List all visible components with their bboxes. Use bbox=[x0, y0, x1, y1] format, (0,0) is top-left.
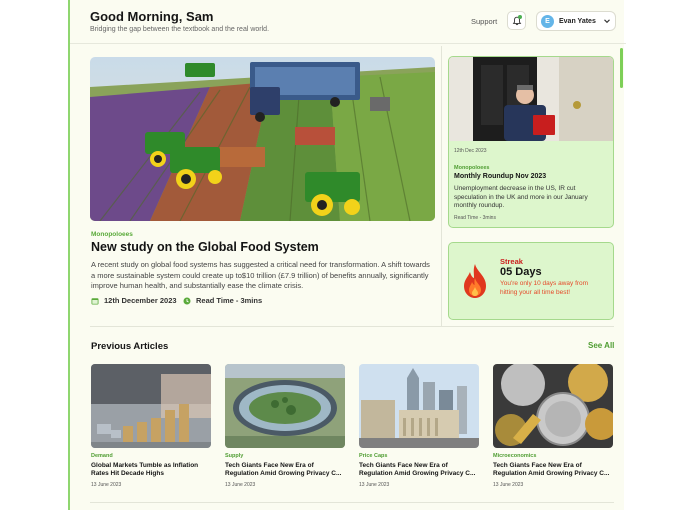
article-card[interactable]: Price Caps Tech Giants Face New Era of R… bbox=[359, 364, 479, 488]
support-link[interactable]: Support bbox=[471, 17, 497, 26]
article-date: 13 June 2023 bbox=[91, 482, 122, 488]
roundup-card[interactable]: 12th Dec 2023 Monopoloees Monthly Roundu… bbox=[448, 56, 614, 228]
article-image bbox=[359, 364, 479, 448]
clock-icon bbox=[183, 297, 191, 304]
article-category: Demand bbox=[91, 453, 113, 459]
header: Good Morning, Sam Bridging the gap betwe… bbox=[70, 0, 626, 44]
article-image bbox=[91, 364, 211, 448]
roundup-category: Monopoloees bbox=[454, 165, 490, 171]
streak-message: You're only 10 days away from hitting yo… bbox=[500, 280, 589, 296]
flame-icon bbox=[464, 264, 486, 298]
featured-title[interactable]: New study on the Global Food System bbox=[91, 240, 319, 254]
farm-illustration bbox=[90, 57, 435, 221]
featured-image[interactable] bbox=[90, 57, 435, 221]
dashboard: Good Morning, Sam Bridging the gap betwe… bbox=[68, 0, 626, 510]
roundup-read-time: Read Time - 3mins bbox=[454, 215, 496, 221]
bottom-divider bbox=[90, 502, 614, 503]
previous-articles-title: Previous Articles bbox=[91, 341, 169, 352]
chevron-down-icon bbox=[604, 19, 610, 24]
article-title[interactable]: Tech Giants Face New Era of Regulation A… bbox=[225, 462, 345, 478]
article-date: 13 June 2023 bbox=[225, 482, 256, 488]
avatar: E bbox=[541, 14, 554, 28]
featured-date: 12th December 2023 bbox=[91, 296, 177, 305]
article-date: 13 June 2023 bbox=[359, 482, 390, 488]
tagline: Bridging the gap between the textbook an… bbox=[90, 26, 270, 33]
user-name: Evan Yates bbox=[559, 17, 596, 25]
article-image bbox=[493, 364, 613, 448]
article-category: Supply bbox=[225, 453, 244, 459]
featured-category: Monopoloees bbox=[91, 231, 133, 238]
featured-description: A recent study on global food systems ha… bbox=[91, 260, 430, 290]
notifications-button[interactable] bbox=[507, 11, 526, 30]
see-all-link[interactable]: See All bbox=[588, 341, 614, 350]
featured-date-text: 12th December 2023 bbox=[104, 296, 177, 305]
user-menu[interactable]: E Evan Yates bbox=[536, 11, 616, 31]
article-card[interactable]: Microeconomics Tech Giants Face New Era … bbox=[493, 364, 613, 488]
article-date: 13 June 2023 bbox=[493, 482, 524, 488]
roundup-image bbox=[449, 57, 613, 141]
article-card[interactable]: Supply Tech Giants Face New Era of Regul… bbox=[225, 364, 345, 488]
article-title[interactable]: Tech Giants Face New Era of Regulation A… bbox=[493, 462, 613, 478]
roundup-date: 12th Dec 2023 bbox=[454, 148, 487, 154]
article-category: Microeconomics bbox=[493, 453, 537, 459]
streak-card: Streak 05 Days You're only 10 days away … bbox=[448, 242, 614, 320]
streak-days: 05 Days bbox=[500, 266, 542, 278]
roundup-description: Unemployment decrease in the US, IR cut … bbox=[454, 185, 588, 209]
article-category: Price Caps bbox=[359, 453, 388, 459]
article-title[interactable]: Tech Giants Face New Era of Regulation A… bbox=[359, 462, 479, 478]
streak-label: Streak bbox=[500, 257, 523, 266]
vertical-divider bbox=[441, 46, 442, 326]
article-card[interactable]: Demand Global Markets Tumble as Inflatio… bbox=[91, 364, 211, 488]
featured-read-time-text: Read Time - 3mins bbox=[196, 296, 263, 305]
greeting: Good Morning, Sam bbox=[90, 9, 214, 24]
article-title[interactable]: Global Markets Tumble as Inflation Rates… bbox=[91, 462, 211, 478]
section-divider bbox=[90, 326, 614, 327]
roundup-title[interactable]: Monthly Roundup Nov 2023 bbox=[454, 173, 546, 180]
article-image bbox=[225, 364, 345, 448]
scroll-indicator[interactable] bbox=[620, 48, 623, 88]
notification-dot bbox=[518, 15, 522, 19]
featured-read-time: Read Time - 3mins bbox=[183, 296, 262, 305]
calendar-icon bbox=[91, 297, 99, 304]
